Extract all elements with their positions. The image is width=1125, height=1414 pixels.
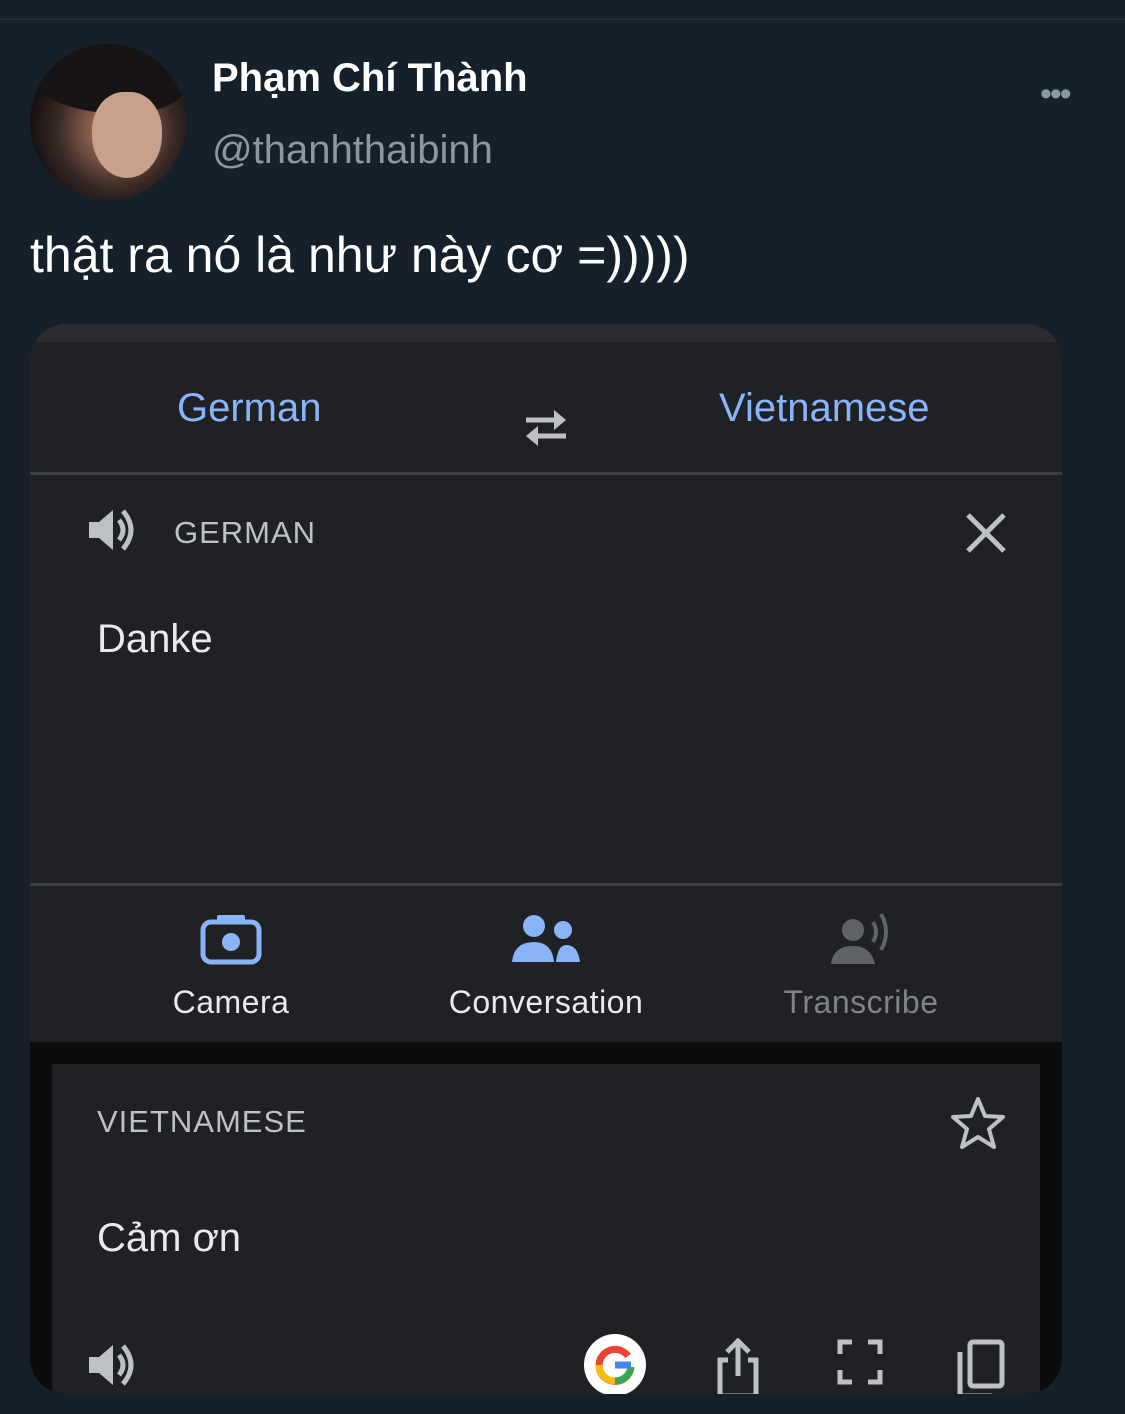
- attached-screenshot[interactable]: German Vietnamese GERMAN Danke Camera Co…: [30, 324, 1062, 1394]
- fullscreen-icon[interactable]: [836, 1338, 884, 1386]
- screenshot-top-edge: [30, 324, 1062, 342]
- avatar-face: [92, 92, 162, 178]
- swap-languages-icon[interactable]: [520, 406, 572, 450]
- input-tools-bar: Camera Conversation Transcribe: [30, 886, 1062, 1042]
- transcribe-label: Transcribe: [783, 984, 939, 1020]
- top-divider: [0, 18, 1125, 20]
- result-actions: [52, 1334, 1040, 1394]
- source-text[interactable]: Danke: [97, 617, 213, 662]
- translated-text[interactable]: Cảm ơn: [97, 1216, 241, 1261]
- conversation-label: Conversation: [448, 984, 644, 1020]
- transcribe-icon: [831, 913, 888, 964]
- camera-label: Camera: [172, 984, 290, 1020]
- source-language-button[interactable]: German: [177, 386, 322, 431]
- more-horizontal-icon[interactable]: •••: [1040, 77, 1072, 111]
- camera-icon: [200, 915, 262, 965]
- source-language-label: GERMAN: [174, 515, 317, 550]
- target-language-label: VIETNAMESE: [97, 1104, 307, 1139]
- conversation-icon: [512, 915, 580, 962]
- google-search-button[interactable]: [584, 1334, 646, 1394]
- target-language-button[interactable]: Vietnamese: [719, 386, 930, 431]
- transcribe-button[interactable]: Transcribe: [721, 886, 1001, 1042]
- user-handle[interactable]: @thanhthaibinh: [212, 128, 493, 173]
- translation-result-card: VIETNAMESE Cảm ơn: [52, 1064, 1040, 1394]
- conversation-button[interactable]: Conversation: [406, 886, 686, 1042]
- google-logo-icon: [595, 1345, 635, 1385]
- close-icon[interactable]: [964, 511, 1008, 555]
- copy-icon[interactable]: [954, 1338, 1006, 1394]
- source-input-card: GERMAN Danke: [30, 475, 1062, 883]
- speaker-icon[interactable]: [85, 503, 139, 557]
- share-icon[interactable]: [712, 1338, 764, 1394]
- language-bar: German Vietnamese: [30, 342, 1062, 472]
- camera-button[interactable]: Camera: [91, 886, 371, 1042]
- star-icon[interactable]: [950, 1096, 1006, 1150]
- avatar[interactable]: [30, 44, 186, 200]
- tweet-text: thật ra nó là như này cơ =))))): [30, 227, 690, 283]
- speaker-icon[interactable]: [85, 1338, 139, 1392]
- display-name[interactable]: Phạm Chí Thành: [212, 56, 528, 101]
